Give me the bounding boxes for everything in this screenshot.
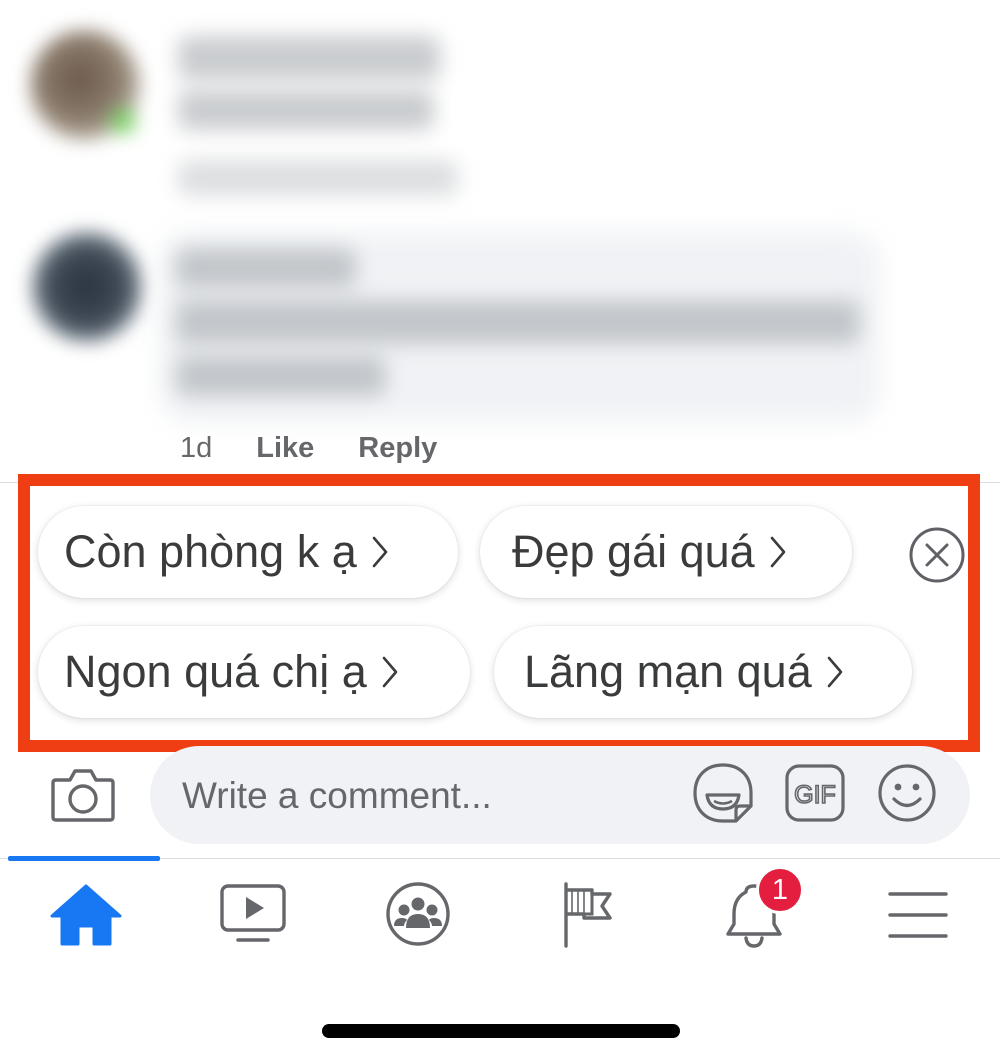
home-icon bbox=[50, 884, 122, 946]
avatar[interactable] bbox=[32, 232, 142, 342]
comment-author-blurred bbox=[176, 248, 356, 288]
menu-icon bbox=[888, 892, 948, 938]
reply-button[interactable]: Reply bbox=[358, 432, 437, 465]
chevron-right-icon bbox=[827, 656, 843, 688]
comment-author-blurred bbox=[178, 36, 440, 80]
chevron-right-icon bbox=[382, 656, 398, 688]
gif-label: GIF bbox=[794, 781, 836, 809]
comment-text-blurred bbox=[176, 356, 386, 396]
nav-home-tab[interactable] bbox=[48, 880, 124, 950]
quick-reply-label: Còn phòng k ạ bbox=[64, 526, 357, 577]
quick-reply-chip[interactable]: Còn phòng k ạ bbox=[38, 506, 458, 598]
notification-badge: 1 bbox=[756, 866, 804, 914]
nav-active-indicator bbox=[8, 856, 160, 861]
video-icon bbox=[220, 884, 286, 942]
quick-reply-label: Đẹp gái quá bbox=[512, 526, 755, 577]
chevron-right-icon bbox=[372, 536, 388, 568]
comment-text-blurred bbox=[178, 90, 434, 130]
quick-reply-chip[interactable]: Lãng mạn quá bbox=[494, 626, 912, 718]
quick-reply-chip[interactable]: Đẹp gái quá bbox=[480, 506, 852, 598]
home-indicator bbox=[322, 1024, 680, 1038]
like-button[interactable]: Like bbox=[256, 432, 314, 465]
comment-meta-blurred bbox=[178, 160, 458, 196]
quick-reply-label: Ngon quá chị ạ bbox=[64, 646, 367, 697]
gif-icon[interactable]: GIF bbox=[784, 762, 846, 824]
nav-watch-tab[interactable] bbox=[216, 880, 292, 950]
avatar[interactable] bbox=[30, 30, 140, 140]
comment-actions: 1d Like Reply bbox=[180, 428, 437, 468]
nav-menu-tab[interactable] bbox=[880, 880, 956, 950]
nav-pages-tab[interactable] bbox=[554, 880, 630, 950]
quick-reply-chip[interactable]: Ngon quá chị ạ bbox=[38, 626, 470, 718]
comment-text-blurred bbox=[176, 300, 860, 344]
comment-input[interactable] bbox=[180, 768, 664, 824]
sticker-icon[interactable] bbox=[692, 762, 754, 824]
groups-icon bbox=[386, 882, 450, 946]
quick-reply-label: Lãng mạn quá bbox=[524, 646, 812, 697]
close-icon[interactable] bbox=[908, 526, 966, 584]
chevron-right-icon bbox=[770, 536, 786, 568]
nav-groups-tab[interactable] bbox=[380, 880, 456, 950]
emoji-icon[interactable] bbox=[876, 762, 938, 824]
flag-icon bbox=[564, 882, 612, 948]
comment-time: 1d bbox=[180, 431, 213, 464]
camera-icon[interactable] bbox=[50, 764, 116, 824]
